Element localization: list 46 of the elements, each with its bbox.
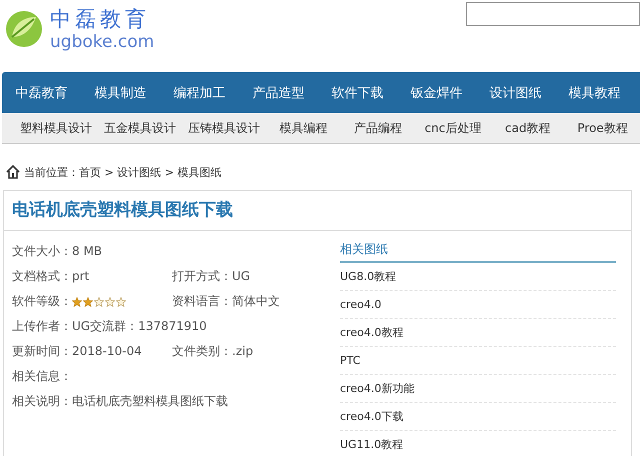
related-link[interactable]: creo4.0 [340, 291, 616, 319]
nav-item[interactable]: 钣金焊件 [397, 84, 476, 102]
nav-item[interactable]: 编程加工 [160, 84, 239, 102]
info-field: 文件大小：8 MB [12, 243, 172, 260]
related-heading: 相关图纸 [340, 239, 616, 263]
info-field: 上传作者：UG交流群：137871910 [12, 318, 207, 335]
home-icon [6, 165, 20, 179]
info-field: 更新时间：2018-10-04 [12, 343, 172, 360]
info-field: 相关说明：电话机底壳塑料模具图纸下载 [12, 393, 228, 410]
leaf-logo-icon [4, 9, 44, 49]
page-title: 电话机底壳塑料模具图纸下载 [4, 191, 631, 231]
related-link[interactable]: UG8.0教程 [340, 263, 616, 291]
related-link[interactable]: creo4.0新功能 [340, 375, 616, 403]
star-icon [83, 296, 93, 306]
subnav-item[interactable]: 五金模具设计 [98, 120, 182, 136]
breadcrumb: 当前位置：首页 > 设计图纸 > 模具图纸 [24, 164, 222, 180]
subnav-item[interactable]: cad教程 [490, 120, 566, 136]
nav-item[interactable]: 中磊教育 [2, 84, 81, 102]
nav-item[interactable]: 模具制造 [81, 84, 160, 102]
nav-item[interactable]: 模具教程 [555, 84, 634, 102]
info-field: 打开方式：UG [172, 268, 332, 285]
subnav-item[interactable]: cnc后处理 [416, 120, 490, 136]
subnav-item[interactable]: 模具编程 [266, 120, 341, 136]
nav-item[interactable]: 产品造型 [239, 84, 318, 102]
subnav-item[interactable]: 压铸模具设计 [182, 120, 266, 136]
info-field: 文档格式：prt [12, 268, 172, 285]
related-link[interactable]: creo4.0下载 [340, 403, 616, 431]
subnav-item[interactable]: 塑料模具设计 [14, 120, 98, 136]
search-field[interactable] [466, 2, 640, 26]
info-field: 软件等级： [12, 293, 172, 310]
info-field: 相关信息： [12, 368, 172, 385]
star-icon [72, 296, 82, 306]
subnav-item[interactable]: 产品编程 [340, 120, 416, 136]
nav-item[interactable]: 设计图纸 [476, 84, 555, 102]
nav-item[interactable]: 软件下载 [318, 84, 397, 102]
info-field: 资料语言：简体中文 [172, 293, 332, 310]
star-icon [105, 296, 115, 306]
star-icon [94, 296, 104, 306]
logo-domain: ugboke.com [50, 32, 154, 52]
logo-name: 中磊教育 [50, 6, 151, 32]
related-link[interactable]: creo4.0教程 [340, 319, 616, 347]
star-icon [116, 296, 126, 306]
subnav-item[interactable]: Proe教程 [565, 120, 640, 136]
info-field: 文件类别：.zip [172, 343, 332, 360]
related-link[interactable]: PTC [340, 347, 616, 375]
related-link[interactable]: UG11.0教程 [340, 431, 616, 456]
